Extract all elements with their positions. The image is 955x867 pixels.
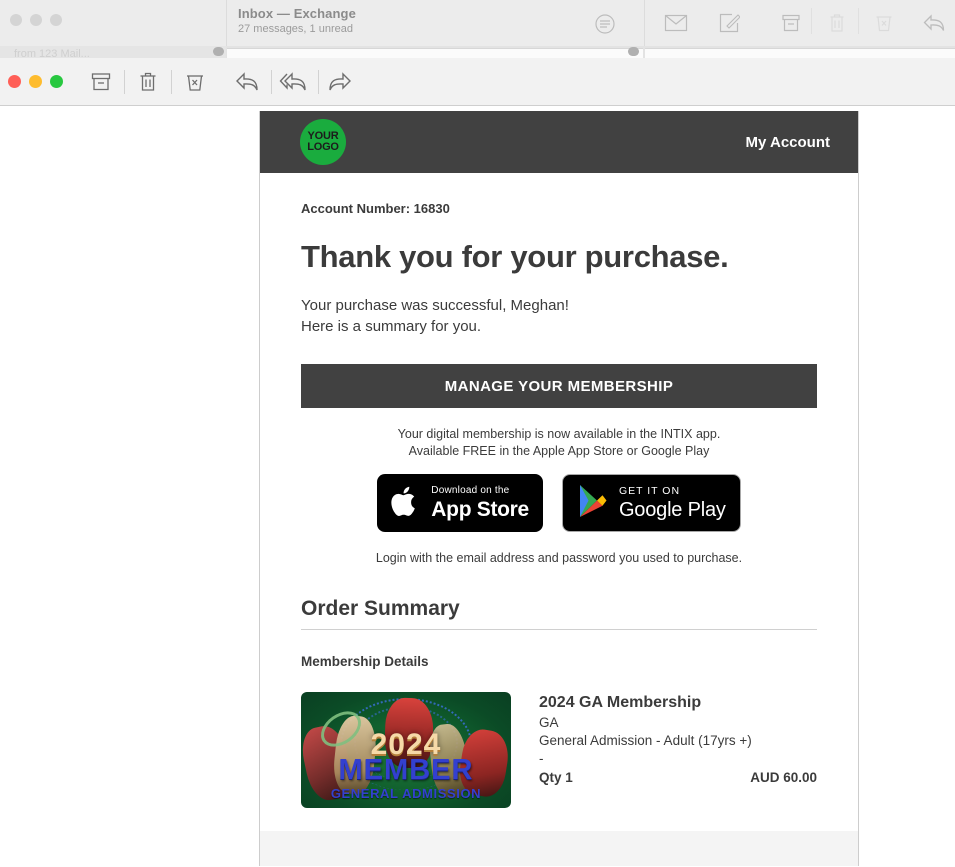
trash-icon (826, 12, 848, 34)
scrollbar-thumb[interactable] (628, 47, 639, 56)
login-note: Login with the email address and passwor… (375, 551, 743, 565)
reply-icon[interactable] (922, 12, 946, 34)
maximize-icon[interactable] (50, 14, 62, 26)
membership-qty-price-row: Qty 1 AUD 60.00 (539, 770, 817, 785)
mark-unread-icon[interactable] (664, 13, 688, 33)
page-title: Thank you for your purchase. (301, 239, 729, 274)
membership-item-row: 2024 MEMBER GENERAL ADMISSION 2024 GA Me… (301, 692, 817, 808)
forward-icon[interactable] (327, 70, 353, 94)
email-scroll-area[interactable]: YOUR LOGO My Account Account Number: 168… (0, 106, 955, 866)
message-view-strip (645, 48, 955, 58)
trash-icon[interactable] (136, 70, 160, 94)
app-store-big-label: App Store (431, 498, 529, 521)
app-availability-note: Your digital membership is now available… (301, 426, 817, 460)
account-number: Account Number: 16830 (301, 201, 450, 216)
minimize-icon[interactable] (29, 75, 42, 88)
email-brand-header: YOUR LOGO My Account (260, 111, 858, 173)
background-mail-window: Inbox — Exchange 27 messages, 1 unread f… (0, 0, 955, 60)
junk-icon (873, 12, 895, 34)
divider (858, 8, 859, 34)
filter-sort-icon[interactable] (594, 13, 616, 35)
app-note-line-1: Your digital membership is now available… (397, 427, 721, 441)
google-play-badge[interactable]: GET IT ON Google Play (561, 474, 741, 532)
google-play-triangle-icon (577, 483, 609, 524)
membership-item-title: 2024 GA Membership (539, 694, 702, 711)
message-viewer-window: YOUR LOGO My Account Account Number: 168… (0, 58, 955, 867)
google-play-small-label: GET IT ON (618, 484, 681, 497)
background-traffic-lights (10, 14, 62, 26)
email-body: Account Number: 16830 Thank you for your… (260, 173, 858, 866)
success-line-2: Here is a summary for you. (301, 318, 482, 335)
inbox-header: Inbox — Exchange 27 messages, 1 unread (238, 6, 356, 35)
junk-icon[interactable] (183, 70, 207, 94)
divider (318, 70, 319, 94)
scrollbar-thumb[interactable] (213, 47, 224, 56)
artwork-member-text: MEMBER (338, 754, 474, 786)
divider (171, 70, 172, 94)
membership-item-type: General Admission - Adult (17yrs +) (539, 733, 752, 748)
minimize-icon[interactable] (30, 14, 42, 26)
sidebar-strip: from 123 Mail... (0, 46, 226, 60)
viewer-toolbar (0, 58, 955, 106)
close-icon[interactable] (8, 75, 21, 88)
inbox-message-count: 27 messages, 1 unread (238, 23, 353, 35)
success-line-1: Your purchase was successful, Meghan! (301, 297, 569, 314)
membership-price: AUD 60.00 (750, 770, 817, 785)
reply-icon[interactable] (234, 70, 260, 94)
divider (226, 0, 227, 46)
membership-item-details: 2024 GA Membership GA General Admission … (539, 692, 817, 808)
compose-icon[interactable] (718, 12, 740, 34)
divider (124, 70, 125, 94)
background-toolbar: Inbox — Exchange 27 messages, 1 unread (0, 0, 955, 46)
divider (644, 0, 645, 46)
total-order-amount-value: AUD 0.00 (758, 864, 817, 866)
total-order-amount-label: Total Order Amount: (301, 863, 436, 866)
order-totals: Total Order Amount: AUD 0.00 Amount Paid… (260, 831, 858, 866)
my-account-link[interactable]: My Account (746, 134, 830, 151)
maximize-icon[interactable] (50, 75, 63, 88)
membership-item-extra: - (539, 751, 544, 766)
order-summary-heading: Order Summary (301, 597, 817, 630)
logo-icon: YOUR LOGO (300, 119, 346, 165)
background-list-strip: from 123 Mail... (0, 46, 955, 60)
store-badges: Download on the App Store GET IT ON Goog… (301, 474, 817, 532)
app-store-small-label: Download on the (431, 485, 510, 496)
google-play-text: GET IT ON Google Play (619, 486, 726, 521)
app-note-line-2: Available FREE in the Apple App Store or… (408, 444, 710, 458)
membership-quantity: Qty 1 (539, 770, 573, 785)
archive-icon[interactable] (89, 70, 113, 94)
message-list-strip (227, 48, 643, 58)
membership-artwork-image: 2024 MEMBER GENERAL ADMISSION (301, 692, 511, 808)
divider (271, 70, 272, 94)
membership-item-code: GA (539, 715, 559, 730)
manage-membership-button[interactable]: MANAGE YOUR MEMBERSHIP (301, 364, 817, 408)
google-play-big-label: Google Play (618, 499, 726, 522)
app-store-badge[interactable]: Download on the App Store (377, 474, 543, 532)
apple-logo-icon (391, 483, 421, 524)
reply-all-icon[interactable] (279, 70, 307, 94)
divider (811, 8, 812, 34)
logo-line-2: LOGO (307, 141, 339, 153)
close-icon[interactable] (10, 14, 22, 26)
artwork-category-text: GENERAL ADMISSION (330, 786, 482, 801)
archive-icon[interactable] (780, 12, 802, 34)
inbox-title: Inbox — Exchange (238, 6, 356, 21)
email-content-card: YOUR LOGO My Account Account Number: 168… (259, 111, 859, 866)
window-traffic-lights (8, 75, 63, 88)
total-row: Total Order Amount: AUD 0.00 (301, 863, 817, 866)
membership-details-heading: Membership Details (301, 654, 429, 669)
success-message: Your purchase was successful, Meghan! He… (301, 295, 817, 337)
app-store-text: Download on the App Store (431, 485, 529, 521)
